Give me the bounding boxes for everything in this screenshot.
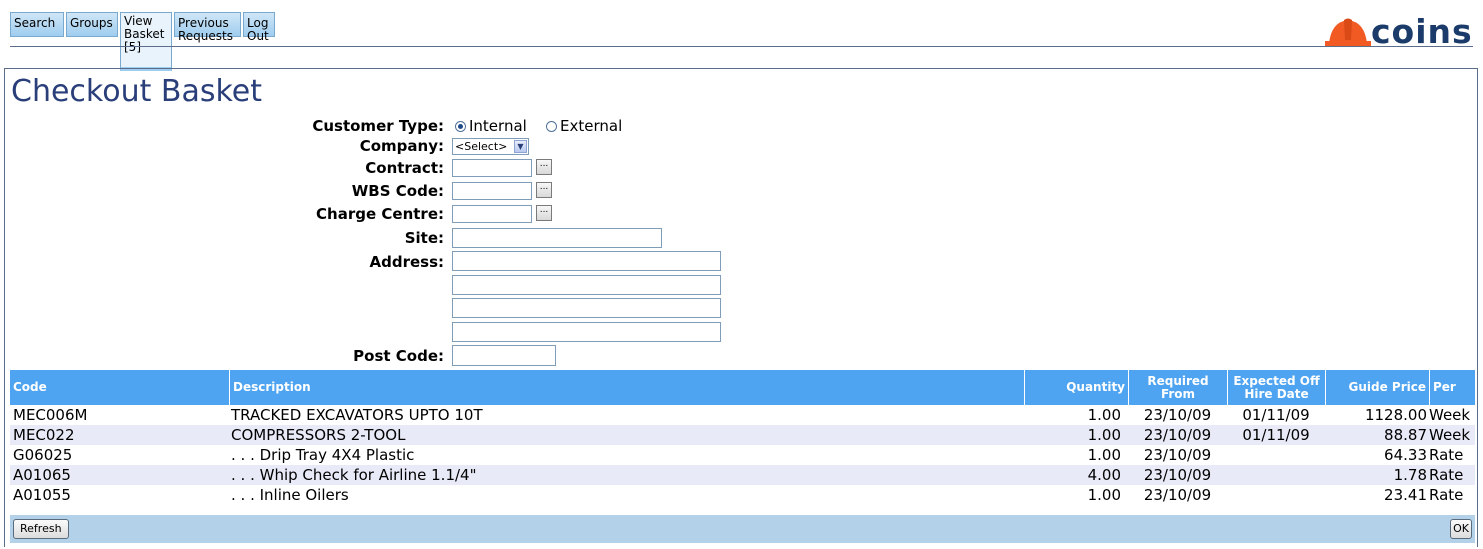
wbs-code-label: WBS Code: [351,182,444,200]
company-label: Company: [359,137,444,155]
radio-external-label: External [560,117,623,135]
cell-quantity: 1.00 [1087,426,1121,444]
cell-expected-off-hire [1227,485,1325,505]
charge-centre-browse-button[interactable]: ... [536,205,552,221]
address-line-2-input[interactable] [452,275,721,295]
cell-quantity: 4.00 [1087,466,1121,484]
refresh-button[interactable]: Refresh [13,519,69,539]
contract-input[interactable] [452,159,532,177]
cell-per: Rate [1429,466,1464,484]
wbs-code-input[interactable] [452,182,532,200]
table-header: Code Description Quantity Required From … [10,370,1475,405]
table-row: MEC022 COMPRESSORS 2-TOOL 1.00 23/10/09 01/1… [10,425,1475,445]
cell-expected-off-hire: 01/11/09 [1242,426,1310,444]
ok-button[interactable]: OK [1450,519,1472,539]
cell-code: A01055 [13,486,71,504]
cell-guide-price: 1.78 [1393,466,1427,484]
address-label: Address: [369,253,444,271]
coins-logo: coins [1325,12,1473,51]
col-header-expected-off-hire: Expected Off Hire Date [1227,370,1325,405]
cell-code: MEC006M [13,406,88,424]
site-label: Site: [404,229,444,247]
tab-previous-requests[interactable]: Previous Requests [174,12,241,43]
cell-expected-off-hire [1227,445,1325,465]
cell-guide-price: 64.33 [1384,446,1427,464]
charge-centre-input[interactable] [452,205,532,223]
table-footer: Refresh OK [10,515,1475,543]
cell-required-from: 23/10/09 [1143,466,1212,484]
radio-internal-label: Internal [469,117,527,135]
cell-per: Rate [1429,486,1464,504]
page-title: Checkout Basket [11,74,263,109]
tab-log-out[interactable]: Log Out [243,12,275,43]
cell-per: Rate [1429,446,1464,464]
col-header-per: Per [1429,370,1475,405]
logo-text: coins [1371,12,1473,51]
table-row: MEC006M TRACKED EXCAVATORS UPTO 10T 1.00 23… [10,405,1475,425]
site-input[interactable] [452,228,662,248]
col-header-quantity: Quantity [1024,370,1128,405]
tab-search[interactable]: Search [10,12,64,37]
cell-required-from: 23/10/09 [1143,486,1212,504]
post-code-input[interactable] [452,345,556,366]
address-line-3-input[interactable] [452,298,721,318]
cell-per: Week [1429,406,1471,424]
contract-label: Contract: [365,159,444,177]
cell-description: TRACKED EXCAVATORS UPTO 10T [231,406,483,424]
chevron-down-icon: ▼ [514,140,527,153]
cell-code: G06025 [13,446,73,464]
cell-description: . . . Inline Oilers [231,486,349,504]
table-row: A01065 . . . Whip Check for Airline 1.1/4… [10,465,1475,485]
radio-unselected-icon [546,120,557,132]
cell-expected-off-hire: 01/11/09 [1242,406,1310,424]
cell-required-from: 23/10/09 [1143,446,1212,464]
cell-guide-price: 1128.00 [1364,406,1427,424]
address-line-1-input[interactable] [452,251,721,271]
wbs-browse-button[interactable]: ... [536,182,552,198]
contract-browse-button[interactable]: ... [536,159,552,175]
cell-per: Week [1429,426,1471,444]
tab-view-basket[interactable]: View Basket [5] [120,12,172,71]
radio-internal[interactable]: Internal [455,116,527,136]
cell-quantity: 1.00 [1087,406,1121,424]
customer-type-label: Customer Type: [312,117,444,135]
cell-expected-off-hire [1227,465,1325,485]
cell-description: COMPRESSORS 2-TOOL [231,426,406,444]
nav-divider [10,46,1473,47]
cell-guide-price: 23.41 [1384,486,1427,504]
table-row: A01055 . . . Inline Oilers 1.00 23/10/09 23.… [10,485,1475,505]
col-header-guide-price: Guide Price [1325,370,1429,405]
top-nav: Search Groups View Basket [5] Previous R… [10,12,277,71]
cell-description: . . . Whip Check for Airline 1.1/4" [231,466,477,484]
cell-code: MEC022 [13,426,75,444]
col-header-description: Description [229,370,1024,405]
post-code-label: Post Code: [353,347,444,365]
cell-quantity: 1.00 [1087,446,1121,464]
charge-centre-label: Charge Centre: [316,205,444,223]
radio-selected-icon [455,120,466,132]
table-row: G06025 . . . Drip Tray 4X4 Plastic 1.00 23/… [10,445,1475,465]
col-header-required-from: Required From [1128,370,1227,405]
cell-description: . . . Drip Tray 4X4 Plastic [231,446,415,464]
tab-groups[interactable]: Groups [66,12,118,37]
cell-guide-price: 88.87 [1384,426,1427,444]
cell-quantity: 1.00 [1087,486,1121,504]
radio-external[interactable]: External [546,116,622,136]
hard-hat-icon [1325,18,1371,46]
address-line-4-input[interactable] [452,322,721,342]
company-select-value: <Select> [455,140,508,153]
company-select[interactable]: <Select> ▼ [452,138,529,155]
cell-required-from: 23/10/09 [1143,406,1212,424]
col-header-code: Code [13,380,47,394]
cell-required-from: 23/10/09 [1143,426,1212,444]
cell-code: A01065 [13,466,71,484]
